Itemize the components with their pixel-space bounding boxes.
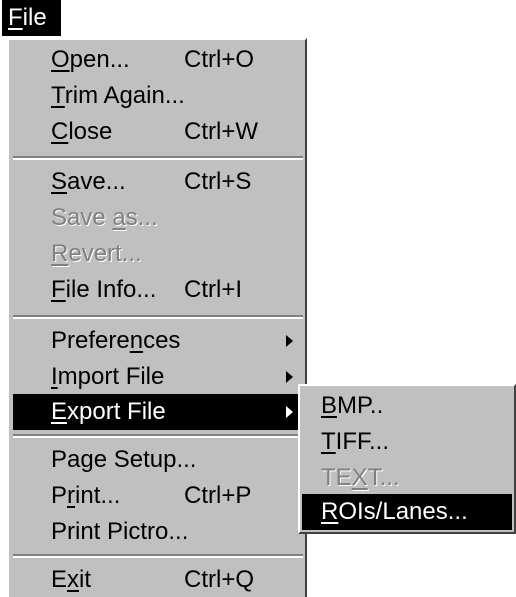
submenu-item-tiff-label: TIFF... [321,428,390,455]
menu-item-import-file-label: Import File [51,363,165,390]
menu-item-open[interactable]: Open... Ctrl+O [13,42,303,78]
menu-item-print-label: Print... [51,482,121,509]
submenu-item-text-label: TEXT... [321,464,400,491]
menu-item-trim-again-label: Trim Again... [51,82,185,109]
menu-item-export-file[interactable]: Export File [13,394,303,430]
menu-item-close-label: Close [51,118,113,145]
menu-item-preferences-label: Preferences [51,327,181,354]
export-file-submenu: BMP.. TIFF... TEXT... ROIs/Lanes... [298,384,516,534]
submenu-arrow-icon [286,406,293,418]
menu-item-save-shortcut: Ctrl+S [184,168,252,195]
submenu-arrow-icon [286,335,293,347]
submenu-arrow-icon [286,371,293,383]
submenu-item-rois-lanes[interactable]: ROIs/Lanes... [302,494,512,530]
submenu-item-text: TEXT... [302,460,512,496]
menubar-file-label: File [8,4,47,31]
menu-item-close-shortcut: Ctrl+W [184,118,258,145]
menu-item-import-file[interactable]: Import File [13,359,303,395]
menu-item-exit[interactable]: Exit Ctrl+Q [13,562,303,597]
menu-item-print[interactable]: Print... Ctrl+P [13,478,303,514]
menu-item-trim-again[interactable]: Trim Again... [13,78,303,114]
menu-item-print-pictro[interactable]: Print Pictro... [13,514,303,550]
menu-item-preferences[interactable]: Preferences [13,323,303,359]
menu-separator [13,156,303,160]
menu-separator [13,315,303,319]
menu-item-revert-label: Revert... [51,240,142,267]
submenu-item-bmp[interactable]: BMP.. [302,388,512,424]
menu-item-page-setup[interactable]: Page Setup... [13,442,303,478]
menu-separator [13,554,303,558]
menu-item-file-info[interactable]: File Info... Ctrl+I [13,272,303,308]
menu-item-open-shortcut: Ctrl+O [184,46,255,73]
menu-item-save-as-label: Save as... [51,204,158,231]
menu-item-file-info-shortcut: Ctrl+I [184,276,243,303]
menu-item-page-setup-label: Page Setup... [51,446,197,473]
menu-item-export-file-label: Export File [51,398,166,425]
file-menu: Open... Ctrl+O Trim Again... Close Ctrl+… [7,38,307,597]
submenu-item-tiff[interactable]: TIFF... [302,424,512,460]
menu-item-save-label: Save... [51,168,126,195]
menu-item-save[interactable]: Save... Ctrl+S [13,164,303,200]
menu-item-open-label: Open... [51,46,130,73]
menu-item-file-info-label: File Info... [51,276,157,303]
menu-item-exit-shortcut: Ctrl+Q [184,566,255,593]
menu-item-close[interactable]: Close Ctrl+W [13,114,303,150]
menu-item-print-pictro-label: Print Pictro... [51,518,189,545]
submenu-item-rois-lanes-label: ROIs/Lanes... [321,498,468,525]
menu-item-print-shortcut: Ctrl+P [184,482,252,509]
menu-item-revert: Revert... [13,236,303,272]
menu-separator [13,434,303,438]
menubar-file[interactable]: File [2,0,61,36]
menu-item-exit-label: Exit [51,566,92,593]
menu-item-save-as: Save as... [13,200,303,236]
submenu-item-bmp-label: BMP.. [321,392,384,419]
